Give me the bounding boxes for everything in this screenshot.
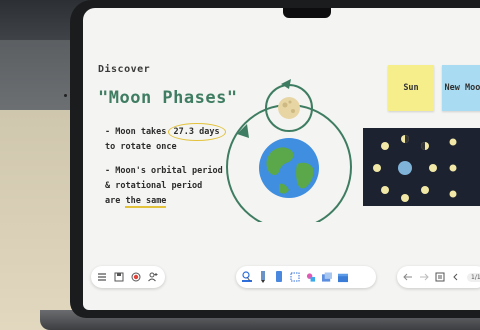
box-icon[interactable] xyxy=(338,272,348,282)
add-user-icon[interactable] xyxy=(148,272,158,282)
record-icon[interactable] xyxy=(131,272,141,282)
drawing-toolbar xyxy=(236,266,376,288)
highlighted-days: 27.3 days xyxy=(173,127,220,137)
bullet-orbital-line1: - Moon's orbital period xyxy=(105,166,223,176)
bullet-orbital-line2: & rotational period xyxy=(105,181,203,191)
underlined-same: the same xyxy=(125,196,167,208)
page-indicator[interactable]: 1/1 xyxy=(467,272,480,282)
moon-icon xyxy=(278,97,300,119)
eraser-icon[interactable] xyxy=(274,271,284,282)
background-wall-dot xyxy=(64,94,67,97)
rotation-arrow-icon xyxy=(281,79,291,89)
bullet-orbital-line3: are the same xyxy=(105,194,167,209)
redo-icon[interactable] xyxy=(419,272,429,282)
bullet-text: are xyxy=(105,196,126,206)
marker-icon[interactable] xyxy=(258,271,268,283)
sticky-note-new-moon[interactable]: New Moon xyxy=(442,65,480,111)
notes-icon[interactable] xyxy=(435,272,445,282)
save-icon[interactable] xyxy=(114,272,124,282)
select-icon[interactable] xyxy=(290,272,300,282)
orbit-diagram[interactable] xyxy=(219,72,359,222)
insert-icon[interactable] xyxy=(322,272,332,282)
navigation-toolbar: 1/1 xyxy=(397,266,480,288)
discover-label: Discover xyxy=(98,64,151,75)
bullet-text: - Moon takes xyxy=(105,127,172,137)
bullet-moon-rotation-line1: - Moon takes 27.3 days xyxy=(105,125,222,140)
device-camera-notch xyxy=(283,8,331,18)
whiteboard-screen[interactable]: Discover "Moon Phases" - Moon takes 27.3… xyxy=(83,8,480,310)
shapes-icon[interactable] xyxy=(306,272,316,282)
bullet-moon-rotation-line2: to rotate once xyxy=(105,142,177,152)
menu-icon[interactable] xyxy=(97,272,107,282)
board-title: "Moon Phases" xyxy=(98,88,238,108)
earth-icon xyxy=(259,138,319,198)
undo-icon[interactable] xyxy=(403,272,413,282)
sticky-note-sun[interactable]: Sun xyxy=(388,65,434,111)
earth-icon xyxy=(398,161,412,175)
moon-phases-image[interactable] xyxy=(363,128,480,206)
prev-page-icon[interactable] xyxy=(451,272,461,282)
left-toolbar xyxy=(91,266,165,288)
pen-icon[interactable] xyxy=(242,271,252,282)
